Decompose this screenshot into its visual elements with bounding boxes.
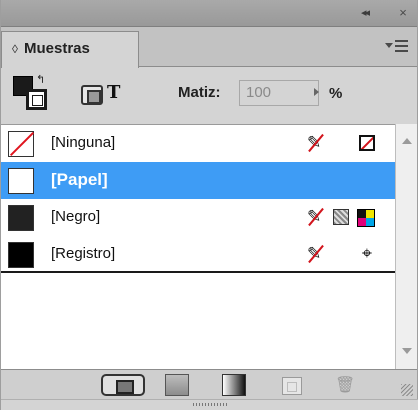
tint-slider-arrow-icon[interactable] [314, 88, 319, 96]
swatch-name: [Ninguna] [51, 134, 116, 151]
swatch-list: [Ninguna] [Papel] [Negro] [Registro] ⌖ [1, 124, 395, 369]
tint-label: Matiz: [178, 84, 221, 101]
menu-lines-icon [395, 40, 408, 52]
formatting-affects-container-button[interactable] [81, 85, 103, 105]
close-panel-button[interactable]: × [395, 5, 411, 21]
formatting-affects-text-button[interactable]: T [107, 82, 120, 103]
collapse-panel-button[interactable]: ◂◂ [361, 6, 381, 21]
show-color-swatches-button[interactable] [165, 374, 189, 396]
new-swatch-button[interactable] [282, 377, 302, 395]
swatch-name: [Papel] [51, 170, 108, 189]
panel-title-bar[interactable]: ◂◂ × [1, 0, 417, 27]
registration-mark-icon: ⌖ [361, 243, 373, 263]
swatch-row-negro[interactable]: [Negro] [1, 199, 395, 236]
panel-tab-bar: ◊ Muestras [1, 27, 417, 68]
swatch-row-registro[interactable]: [Registro] ⌖ [1, 236, 395, 273]
none-swatch-chip [8, 131, 34, 157]
panel-bottom-toolbar: 🗑 [1, 369, 417, 399]
tint-unit: % [329, 85, 343, 102]
show-gradient-swatches-button[interactable] [222, 374, 246, 396]
swatch-row-ninguna[interactable]: [Ninguna] [1, 125, 395, 162]
stroke-swatch-icon[interactable] [26, 89, 47, 110]
swatch-row-papel[interactable]: [Papel] [1, 162, 395, 199]
menu-arrow-icon [385, 43, 393, 48]
vertical-scrollbar[interactable] [395, 124, 417, 369]
scroll-down-icon[interactable] [402, 348, 412, 354]
swatches-panel: ◂◂ × ◊ Muestras ↰ T Matiz: 100 % [Ningun… [0, 0, 418, 410]
scroll-up-icon[interactable] [402, 138, 412, 144]
paper-swatch-chip [8, 168, 34, 194]
swatch-name: [Negro] [51, 208, 101, 225]
tab-label: Muestras [24, 40, 90, 57]
swatch-controls: ↰ T Matiz: 100 % [1, 68, 417, 122]
process-color-icon [333, 209, 349, 225]
panel-drag-grip[interactable] [193, 403, 227, 406]
none-type-icon [359, 135, 375, 151]
tab-muestras[interactable]: ◊ Muestras [1, 31, 139, 68]
panel-menu-button[interactable] [385, 39, 411, 55]
swap-fill-stroke-icon[interactable]: ↰ [36, 73, 45, 86]
cannot-edit-icon [307, 207, 325, 227]
tab-toggle-icon[interactable]: ◊ [12, 42, 18, 56]
swatch-name: [Registro] [51, 245, 116, 262]
tint-input[interactable]: 100 [239, 80, 319, 106]
cannot-edit-icon [307, 133, 325, 153]
resize-grip-icon[interactable] [401, 384, 413, 396]
registration-swatch-chip [8, 242, 34, 268]
show-all-swatches-button[interactable] [101, 374, 145, 396]
fill-stroke-selector[interactable]: ↰ [13, 73, 49, 112]
black-swatch-chip [8, 205, 34, 231]
cannot-edit-icon [307, 244, 325, 264]
cmyk-mode-icon [357, 209, 375, 227]
delete-swatch-icon[interactable]: 🗑 [335, 375, 355, 395]
